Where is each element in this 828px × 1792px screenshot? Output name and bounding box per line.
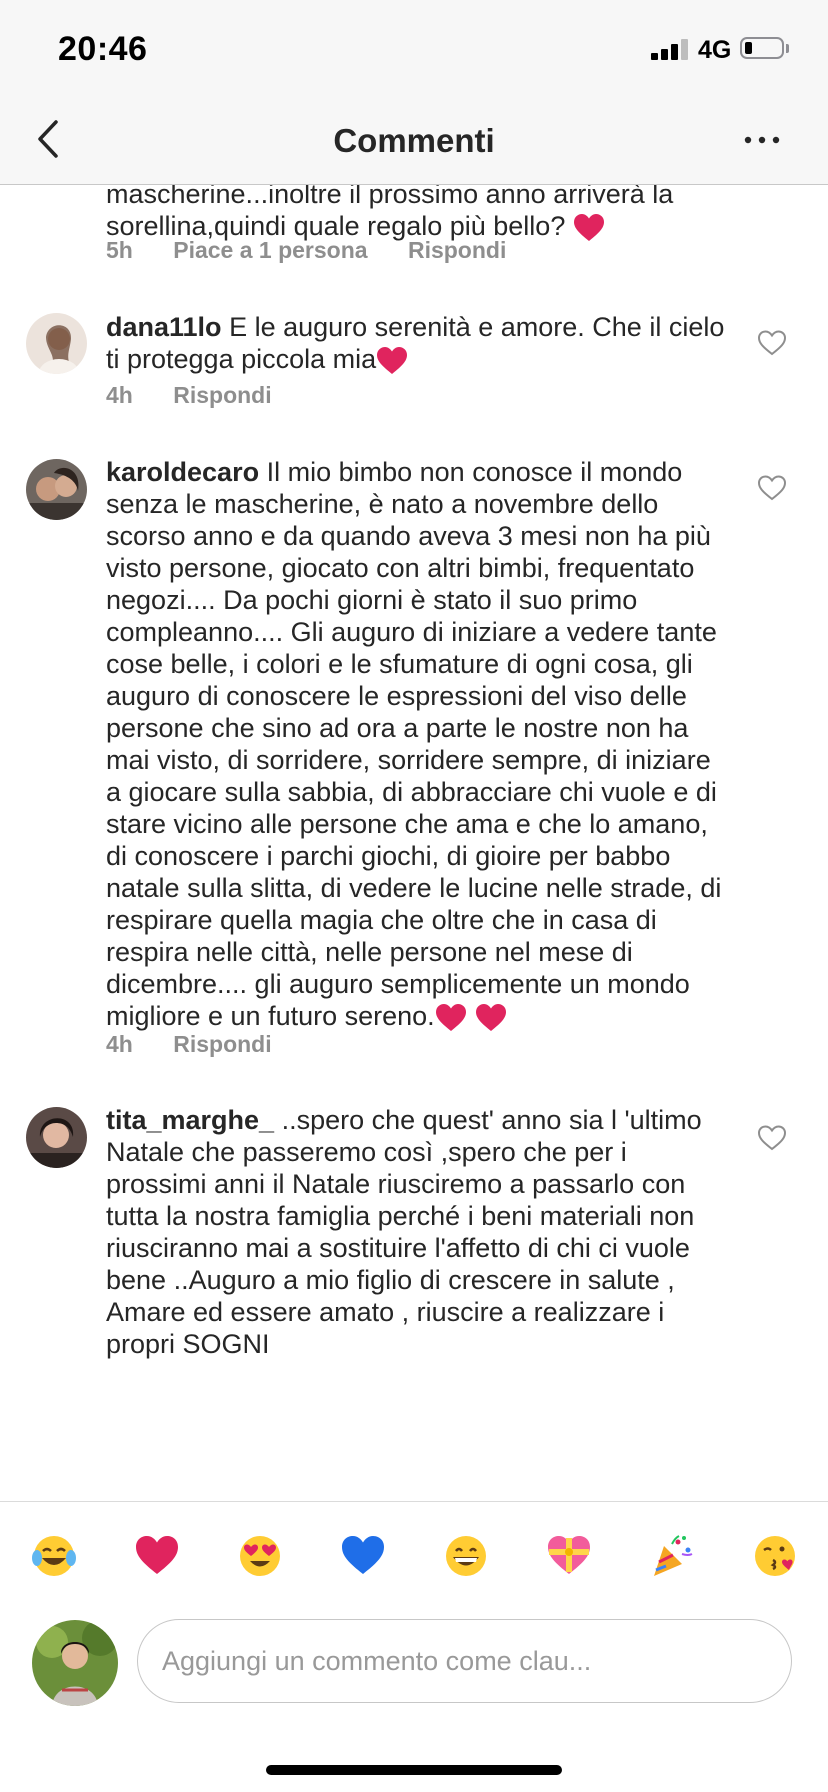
comment-text: mascherine...inoltre il prossimo anno ar… bbox=[106, 185, 674, 241]
avatar-photo bbox=[32, 1620, 118, 1706]
avatar[interactable] bbox=[26, 313, 87, 374]
comment-compose bbox=[0, 1612, 828, 1792]
red-heart-emoji bbox=[435, 1003, 466, 1031]
more-options-icon[interactable] bbox=[740, 122, 784, 158]
avatar[interactable] bbox=[26, 459, 87, 520]
avatar-photo bbox=[26, 1107, 87, 1168]
comment-time: 4h bbox=[106, 382, 133, 408]
blue-heart-emoji-button[interactable] bbox=[339, 1532, 387, 1580]
nav-bar: Commenti bbox=[0, 100, 828, 185]
page-title: Commenti bbox=[333, 122, 495, 159]
status-time: 20:46 bbox=[58, 30, 148, 68]
emoji-quick-bar bbox=[0, 1501, 828, 1612]
face-with-tears-of-joy-emoji-button[interactable] bbox=[30, 1532, 78, 1580]
like-heart-icon[interactable] bbox=[757, 474, 787, 502]
comment-text: dana11lo E le auguro serenità e amore. C… bbox=[106, 312, 725, 374]
comment-username[interactable]: dana11lo bbox=[106, 312, 222, 342]
heart-eyes-emoji-button[interactable] bbox=[236, 1532, 284, 1580]
battery-tip bbox=[786, 44, 789, 53]
comments-list[interactable]: mascherine...inoltre il prossimo anno ar… bbox=[0, 185, 828, 1500]
like-heart-icon[interactable] bbox=[757, 1124, 787, 1152]
comment-text: tita_marghe_ ..spero che quest' anno sia… bbox=[106, 1105, 702, 1359]
battery-icon bbox=[740, 37, 784, 59]
my-avatar bbox=[32, 1620, 118, 1706]
red-heart-emoji-button[interactable] bbox=[133, 1532, 181, 1580]
avatar-photo bbox=[26, 313, 87, 374]
red-heart-emoji bbox=[573, 213, 604, 241]
grinning-face-emoji-button[interactable] bbox=[442, 1532, 490, 1580]
face-blowing-kiss-emoji-button[interactable] bbox=[751, 1532, 799, 1580]
comment-meta: 4h Rispondi bbox=[106, 1031, 306, 1058]
reply-button[interactable]: Rispondi bbox=[173, 1031, 271, 1057]
comment-meta: 5h Piace a 1 persona Rispondi bbox=[106, 237, 540, 264]
likes-count-link[interactable]: Piace a 1 persona bbox=[173, 237, 367, 263]
signal-strength-icon bbox=[651, 38, 691, 60]
party-popper-emoji-button[interactable] bbox=[648, 1532, 696, 1580]
red-heart-emoji bbox=[377, 346, 408, 374]
comment-input[interactable] bbox=[137, 1619, 792, 1703]
avatar[interactable] bbox=[26, 1107, 87, 1168]
comment-time: 4h bbox=[106, 1031, 133, 1057]
status-bar: 20:46 4G bbox=[0, 0, 828, 100]
like-heart-icon[interactable] bbox=[757, 329, 787, 357]
reply-button[interactable]: Rispondi bbox=[408, 237, 506, 263]
comment-username[interactable]: karoldecaro bbox=[106, 457, 259, 487]
avatar-photo bbox=[26, 459, 87, 520]
comment-text: karoldecaro Il mio bimbo non conosce il … bbox=[106, 457, 722, 1031]
home-indicator[interactable] bbox=[266, 1765, 562, 1775]
network-type: 4G bbox=[698, 36, 732, 64]
red-heart-emoji bbox=[475, 1003, 506, 1031]
reply-button[interactable]: Rispondi bbox=[173, 382, 271, 408]
comment-meta: 4h Rispondi bbox=[106, 382, 306, 409]
comment-time: 5h bbox=[106, 237, 133, 263]
heart-with-ribbon-emoji-button[interactable] bbox=[545, 1532, 593, 1580]
comment-username[interactable]: tita_marghe_ bbox=[106, 1105, 274, 1135]
